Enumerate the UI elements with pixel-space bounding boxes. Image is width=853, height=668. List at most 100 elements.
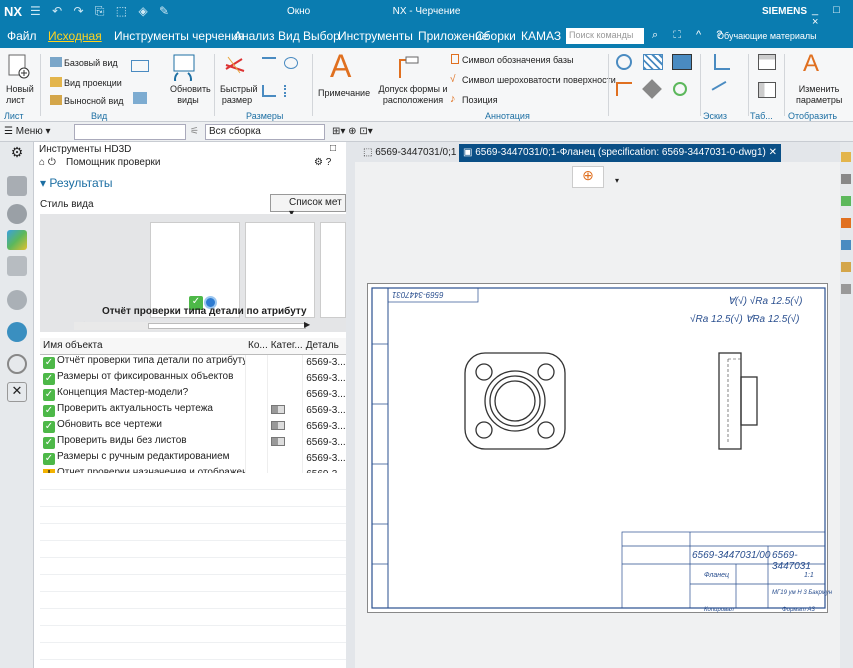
col-category[interactable]: Катег... [267, 338, 303, 355]
settings-gear-icon[interactable]: ⚙ [7, 144, 27, 164]
roughness-button[interactable]: Символ шероховатости поверхности [462, 75, 616, 85]
web-browser-icon[interactable] [7, 290, 27, 310]
menu-view[interactable]: Вид [278, 29, 300, 43]
panel-splitter[interactable] [346, 142, 355, 668]
row-name-cell[interactable]: ✓ Проверить виды без листов [40, 434, 246, 450]
col-count[interactable]: Ко... [245, 338, 268, 355]
right-tool-icon[interactable] [841, 218, 851, 228]
intersection-symbol-icon[interactable] [642, 79, 662, 99]
filter-icon[interactable]: ⚟ [190, 126, 199, 137]
col-object-name[interactable]: Имя объекта [40, 338, 245, 355]
tab-model[interactable]: ⬚ 6569-3447031/0;1 [359, 144, 460, 162]
row-category-cell [267, 386, 304, 402]
part-navigator-icon[interactable] [7, 176, 27, 196]
angular-dim-icon[interactable] [262, 85, 276, 97]
row-name-cell[interactable]: ✓ Отчёт проверки типа детали по атрибуту [40, 354, 246, 370]
menu-analysis[interactable]: Анализ [234, 29, 275, 43]
menu-tools[interactable]: Инструменты [338, 29, 413, 43]
edit-params-button[interactable]: Изменить параметры [796, 84, 842, 106]
table-row[interactable]: ✓ Размеры от фиксированных объектов 6569-3… [40, 370, 356, 386]
panel-options-icon[interactable]: ⚙ ? [314, 157, 331, 168]
detail-view-button[interactable]: Выносной вид [64, 96, 124, 106]
right-tool-icon[interactable] [841, 174, 851, 184]
menu-kamaz[interactable]: КАМАЗ [521, 29, 561, 43]
table-row[interactable]: ✓ Проверить актуальность чертежа 6569-3... [40, 402, 356, 418]
assembly-scope-select[interactable]: Вся сборка [205, 124, 325, 140]
learning-materials-link[interactable]: Обучающие материалы [717, 31, 817, 41]
menu-select[interactable]: Выбор [303, 29, 340, 43]
right-tool-icon[interactable] [841, 284, 851, 294]
command-search-input[interactable]: Поиск команды [566, 28, 644, 44]
note-button[interactable]: Примечание [318, 88, 370, 98]
centerline-icon[interactable] [616, 82, 632, 96]
panel-close-icon[interactable]: □ [330, 143, 336, 154]
section-view-icon[interactable] [131, 60, 149, 72]
break-view-icon[interactable] [133, 92, 147, 104]
menu-file[interactable]: Файл [7, 29, 37, 43]
group-annotation-label: Аннотация [485, 111, 530, 121]
quick-dimension-button[interactable]: Быстрый размер [220, 84, 258, 106]
clock-icon[interactable] [7, 354, 27, 374]
drawing-sheet[interactable]: 6569-3447031 ∀(√) √Ra 12.5(√) √Ra 12.5(√… [367, 283, 832, 613]
type-filter-select[interactable] [74, 124, 186, 140]
view-style-select[interactable]: Список мет ▾ [270, 194, 346, 219]
right-tool-icon[interactable] [841, 240, 851, 250]
menu-dropdown[interactable]: ☰ Меню ▾ [4, 126, 51, 137]
update-views-button[interactable]: Обновить виды [170, 84, 211, 106]
history-palette-icon[interactable] [7, 322, 27, 342]
snap-point-icon[interactable]: ⊕ [572, 166, 604, 188]
row-name-cell[interactable]: ✓ Концепция Мастер-модели? [40, 386, 246, 402]
right-tool-icon[interactable] [841, 196, 851, 206]
sketch-line-icon[interactable] [711, 80, 733, 102]
new-sheet-button[interactable]: Новый лист [6, 84, 34, 106]
row-name-cell[interactable]: ✓ Обновить все чертежи [40, 418, 246, 434]
home-icon[interactable]: ⌂ ⏻ [39, 157, 56, 168]
check-icon: ✓ [43, 357, 55, 370]
assembly-navigator-icon[interactable] [7, 204, 27, 224]
preview-card[interactable] [320, 222, 346, 318]
right-tool-icon[interactable] [841, 152, 851, 162]
table-row[interactable]: ✓ Отчёт проверки типа детали по атрибуту 6… [40, 354, 356, 370]
table-icon[interactable] [758, 54, 776, 70]
tab-drawing[interactable]: ▣ 6569-3447031/0;1-Фланец (specification… [459, 144, 782, 162]
preview-card[interactable] [245, 222, 315, 318]
row-name-cell[interactable]: ✓ Размеры с ручным редактированием [40, 450, 246, 466]
projected-view-button[interactable]: Вид проекции [64, 78, 122, 88]
col-part[interactable]: Деталь [302, 338, 347, 355]
table-row[interactable]: ✓ Концепция Мастер-модели? 6569-3... [40, 386, 356, 402]
scroll-right-icon[interactable]: ▶ [304, 320, 310, 329]
snap-dropdown-icon[interactable]: ▾ [615, 176, 619, 185]
table-row[interactable]: ✓ Проверить виды без листов 6569-3... [40, 434, 356, 450]
table-row[interactable]: ✓ Размеры с ручным редактированием 6569-3.… [40, 450, 356, 466]
datum-symbol-button[interactable]: Символ обозначения базы [462, 55, 573, 65]
scrollbar-thumb[interactable] [148, 323, 306, 329]
results-section[interactable]: ▾ Результаты [40, 176, 113, 190]
parts-list-icon[interactable] [758, 82, 776, 98]
ordinate-dim-icon[interactable] [284, 85, 298, 97]
window-title: NX - Черчение [392, 6, 461, 17]
center-mark-icon[interactable] [616, 54, 632, 70]
row-name-cell[interactable]: ✓ Размеры от фиксированных объектов [40, 370, 246, 386]
stamp-top: 6569-3447031 [392, 290, 444, 299]
base-view-button[interactable]: Базовый вид [64, 58, 118, 68]
preview-scrollbar[interactable] [74, 322, 306, 330]
target-point-icon[interactable] [673, 82, 687, 96]
linear-dim-icon[interactable] [262, 57, 276, 69]
menu-drafting-tools[interactable]: Инструменты черчения [114, 29, 244, 43]
position-button[interactable]: Позиция [462, 95, 498, 105]
table-row[interactable]: ✓ Обновить все чертежи 6569-3... [40, 418, 356, 434]
hatch-icon[interactable] [643, 54, 663, 70]
menu-home[interactable]: Исходная [48, 29, 102, 43]
snap-settings-icon[interactable]: ⊞▾ ⊕ ⊡▾ [332, 126, 373, 137]
image-icon[interactable] [672, 54, 692, 70]
hd3d-tools-icon[interactable] [7, 230, 27, 250]
sketch-icon[interactable] [714, 54, 730, 70]
reuse-library-icon[interactable] [7, 256, 27, 276]
tools-icon[interactable]: ✕ [7, 382, 27, 402]
row-name-cell[interactable]: ✓ Проверить актуальность чертежа [40, 402, 246, 418]
menu-dropdown-label: Меню [15, 126, 43, 137]
menu-assemblies[interactable]: Сборки [475, 29, 516, 43]
right-tool-icon[interactable] [841, 262, 851, 272]
radial-dim-icon[interactable] [284, 57, 298, 69]
gdt-button[interactable]: Допуск формы и расположения [378, 84, 448, 106]
